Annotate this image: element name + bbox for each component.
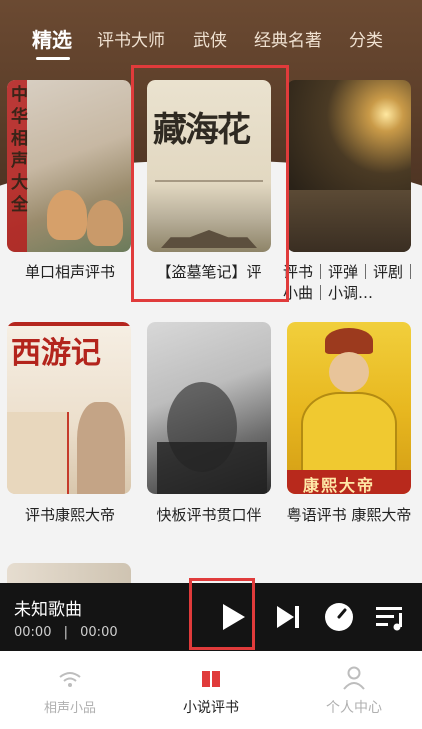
highlight-box — [189, 578, 255, 650]
album-card[interactable] — [147, 322, 271, 494]
tab-categories[interactable]: 分类 — [349, 26, 383, 51]
nav-label: 相声小品 — [43, 701, 96, 716]
album-card[interactable] — [7, 563, 131, 583]
cover-text: 中华相声大全 — [11, 85, 28, 215]
album-cover: 中华相声大全 — [7, 80, 131, 252]
cover-text: 康熙大帝 — [303, 476, 376, 494]
album-title: 粤语评书 康熙大帝 — [286, 506, 412, 524]
bottom-navigation: 相声小品 小说评书 个人中心 — [0, 651, 422, 729]
current-time: 00:00 — [14, 625, 52, 640]
wifi-icon — [59, 672, 81, 687]
song-title: 未知歌曲 — [14, 600, 82, 620]
album-title: 评书｜评弹｜评剧｜小曲｜小调… — [283, 263, 419, 302]
album-card[interactable]: 中华相声大全 — [7, 80, 131, 252]
playback-time: 00:00 | 00:00 — [14, 625, 118, 640]
album-card[interactable]: 康熙大帝 — [287, 322, 411, 494]
timer-icon — [325, 603, 353, 631]
tab-featured[interactable]: 精选 — [32, 24, 72, 53]
time-separator: | — [63, 625, 68, 640]
user-icon — [343, 666, 365, 690]
nav-label: 小说评书 — [183, 700, 239, 716]
album-title: 评书康熙大帝 — [24, 506, 115, 524]
nav-item-crosstalk[interactable]: 相声小品 — [0, 651, 140, 729]
sleep-timer-button[interactable] — [321, 599, 357, 635]
album-title: 单口相声评书 — [24, 263, 115, 281]
tab-storytelling-masters[interactable]: 评书大师 — [97, 26, 165, 51]
next-track-icon — [277, 606, 299, 628]
album-cover: 西游记 — [7, 322, 131, 494]
album-cover — [287, 80, 411, 252]
tab-wuxia[interactable]: 武侠 — [193, 26, 227, 51]
playlist-icon — [376, 607, 402, 631]
next-track-button[interactable] — [270, 599, 306, 635]
total-time: 00:00 — [80, 625, 118, 640]
playlist-button[interactable] — [372, 599, 408, 635]
album-cover: 康熙大帝 — [287, 322, 411, 494]
book-icon — [202, 671, 220, 687]
active-tab-indicator — [36, 57, 70, 60]
category-tabs: 精选 评书大师 武侠 经典名著 分类 — [0, 0, 422, 64]
album-card[interactable] — [287, 80, 411, 252]
album-title: 快板评书贯口伴 — [156, 506, 262, 524]
cover-text: 西游记 — [11, 336, 101, 371]
album-card[interactable]: 西游记 — [7, 322, 131, 494]
tab-classics[interactable]: 经典名著 — [254, 26, 322, 51]
nav-item-profile[interactable]: 个人中心 — [284, 651, 422, 729]
highlight-box — [131, 65, 289, 302]
album-cover — [147, 322, 271, 494]
album-cover — [7, 563, 131, 583]
nav-label: 个人中心 — [326, 700, 382, 716]
nav-item-novel-storytelling[interactable]: 小说评书 — [141, 651, 281, 729]
